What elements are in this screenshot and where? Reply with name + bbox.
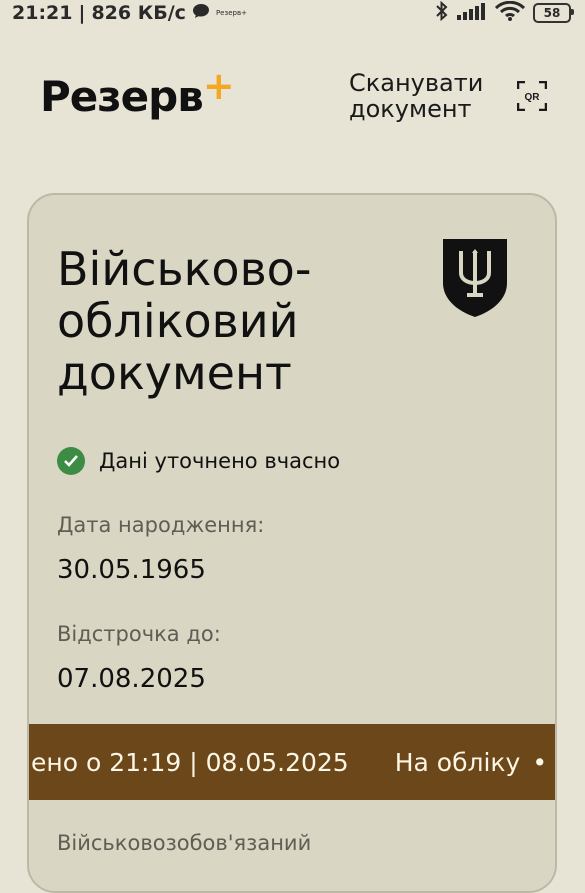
trident-emblem-icon [441, 237, 509, 319]
verification-text: Дані уточнено вчасно [99, 449, 341, 473]
verification-status: Дані уточнено вчасно [57, 447, 340, 475]
birth-date-value: 30.05.1965 [57, 555, 206, 585]
scan-document-button[interactable]: Сканувати документ QR [349, 70, 548, 122]
birth-date-label: Дата народження: [57, 513, 265, 537]
battery-icon: 58 [533, 3, 574, 23]
card-title-line3: документ [57, 346, 292, 400]
app-header: Резерв+ Сканувати документ QR [0, 62, 585, 134]
card-title-line1: Військово- [57, 242, 312, 296]
bluetooth-icon [435, 0, 449, 26]
scan-label-line1: Сканувати [349, 69, 484, 97]
app-logo: Резерв+ [40, 64, 235, 121]
ticker-registration-status: На обліку • [395, 748, 547, 777]
deferral-label: Відстрочка до: [57, 622, 221, 646]
ticker-dot: • [532, 747, 548, 777]
chat-bubble-icon [192, 2, 210, 24]
status-bar: 21:21 | 826 КБ/с Резерв+ 58 [0, 0, 585, 26]
status-net-speed: 826 КБ/с [91, 2, 186, 24]
qr-text: QR [525, 92, 541, 103]
card-title-line2: обліковий [57, 294, 299, 348]
scan-label-line2: документ [349, 95, 472, 123]
ticker-track: ено о 21:19 | 08.05.2025 На обліку • [31, 748, 547, 777]
deferral-value: 07.08.2025 [57, 664, 206, 694]
status-separator: | [78, 2, 86, 24]
status-time: 21:21 [12, 2, 73, 24]
signal-icon [457, 2, 487, 25]
status-right: 58 [435, 0, 574, 26]
card-title: Військово- обліковий документ [57, 243, 417, 399]
mini-app-label: Резерв+ [215, 9, 247, 17]
qr-scan-icon[interactable]: QR [516, 80, 548, 112]
status-ticker: ено о 21:19 | 08.05.2025 На обліку • [29, 724, 555, 800]
ticker-status-text: На обліку [394, 747, 521, 777]
wifi-icon [494, 0, 526, 26]
logo-text: Резерв [40, 72, 204, 121]
logo-plus: + [202, 64, 235, 108]
military-document-card[interactable]: Військово- обліковий документ Дані уточн… [27, 193, 557, 893]
ticker-update-time: ено о 21:19 | 08.05.2025 [31, 747, 349, 777]
category-label: Військовозобов'язаний [57, 831, 312, 855]
check-circle-icon [57, 447, 85, 475]
status-left: 21:21 | 826 КБ/с Резерв+ [12, 2, 247, 24]
scan-document-label: Сканувати документ [349, 70, 489, 122]
